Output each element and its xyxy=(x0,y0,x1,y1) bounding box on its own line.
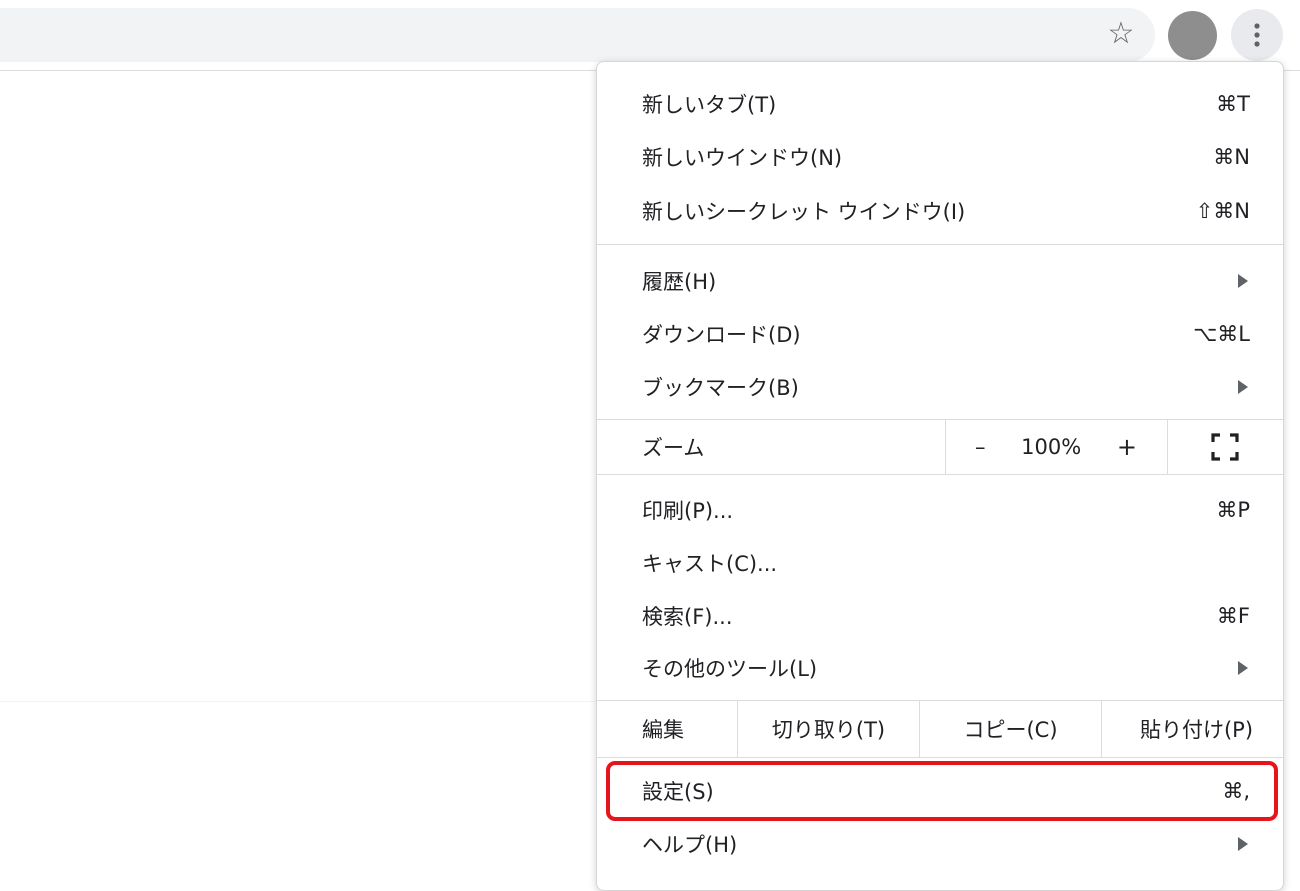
address-bar[interactable] xyxy=(0,8,1155,62)
page-divider xyxy=(0,701,596,702)
menu-item-find[interactable]: 検索(F)... ⌘F xyxy=(597,590,1283,642)
menu-separator xyxy=(597,474,1283,475)
menu-item-settings[interactable]: 設定(S) ⌘, xyxy=(597,765,1283,817)
zoom-out-button[interactable]: – xyxy=(975,435,986,459)
menu-item-shortcut: ⌘P xyxy=(1216,498,1250,522)
menu-item-label: 設定(S) xyxy=(642,780,714,804)
menu-item-more-tools[interactable]: その他のツール(L) xyxy=(597,642,1283,694)
menu-separator xyxy=(597,757,1283,758)
menu-item-label: 新しいウインドウ(N) xyxy=(642,146,843,170)
zoom-label: ズーム xyxy=(642,436,705,460)
menu-item-cast[interactable]: キャスト(C)... xyxy=(597,537,1283,589)
chrome-menu-button[interactable] xyxy=(1231,9,1283,61)
cut-button[interactable]: 切り取り(T) xyxy=(738,701,919,757)
bookmark-star-icon[interactable]: ☆ xyxy=(1101,14,1141,54)
menu-item-new-tab[interactable]: 新しいタブ(T) ⌘T xyxy=(597,78,1283,130)
menu-item-shortcut: ⌥⌘L xyxy=(1193,322,1250,346)
menu-item-new-window[interactable]: 新しいウインドウ(N) ⌘N xyxy=(597,131,1283,183)
menu-item-new-incognito-window[interactable]: 新しいシークレット ウインドウ(I) ⇧⌘N xyxy=(597,185,1283,237)
submenu-arrow-icon xyxy=(1238,380,1248,394)
menu-item-shortcut: ⌘, xyxy=(1222,779,1250,803)
menu-item-label: ダウンロード(D) xyxy=(642,323,801,347)
zoom-level: 100% xyxy=(1021,435,1082,459)
fullscreen-button[interactable] xyxy=(1168,420,1282,474)
menu-item-label: 新しいシークレット ウインドウ(I) xyxy=(642,200,966,224)
menu-item-label: 印刷(P)... xyxy=(642,499,734,523)
menu-item-label: その他のツール(L) xyxy=(642,657,818,681)
menu-item-shortcut: ⌘T xyxy=(1216,92,1250,116)
menu-item-label: ヘルプ(H) xyxy=(642,833,738,857)
submenu-arrow-icon xyxy=(1238,661,1248,675)
zoom-row: ズーム – 100% + xyxy=(597,420,1283,474)
menu-item-print[interactable]: 印刷(P)... ⌘P xyxy=(597,484,1283,536)
menu-item-label: キャスト(C)... xyxy=(642,552,778,576)
fullscreen-icon xyxy=(1211,433,1239,461)
three-dots-vertical-icon xyxy=(1254,23,1260,47)
copy-button[interactable]: コピー(C) xyxy=(920,701,1101,757)
menu-item-help[interactable]: ヘルプ(H) xyxy=(597,818,1283,870)
submenu-arrow-icon xyxy=(1238,274,1248,288)
paste-button[interactable]: 貼り付け(P) xyxy=(1102,701,1283,757)
menu-item-label: 検索(F)... xyxy=(642,605,733,629)
menu-item-label: 新しいタブ(T) xyxy=(642,93,777,117)
zoom-in-button[interactable]: + xyxy=(1117,433,1137,461)
profile-avatar[interactable] xyxy=(1168,11,1217,60)
menu-item-downloads[interactable]: ダウンロード(D) ⌥⌘L xyxy=(597,308,1283,360)
menu-item-label: 履歴(H) xyxy=(642,270,717,294)
submenu-arrow-icon xyxy=(1238,837,1248,851)
menu-separator xyxy=(597,244,1283,245)
menu-item-bookmarks[interactable]: ブックマーク(B) xyxy=(597,361,1283,413)
menu-item-shortcut: ⌘N xyxy=(1213,145,1250,169)
menu-item-history[interactable]: 履歴(H) xyxy=(597,255,1283,307)
edit-label: 編集 xyxy=(642,718,684,742)
chrome-main-menu: 新しいタブ(T) ⌘T 新しいウインドウ(N) ⌘N 新しいシークレット ウイン… xyxy=(596,61,1284,891)
edit-row: 編集 切り取り(T) コピー(C) 貼り付け(P) xyxy=(597,701,1283,757)
menu-item-shortcut: ⇧⌘N xyxy=(1195,199,1250,223)
menu-item-shortcut: ⌘F xyxy=(1216,604,1250,628)
menu-item-label: ブックマーク(B) xyxy=(642,376,799,400)
